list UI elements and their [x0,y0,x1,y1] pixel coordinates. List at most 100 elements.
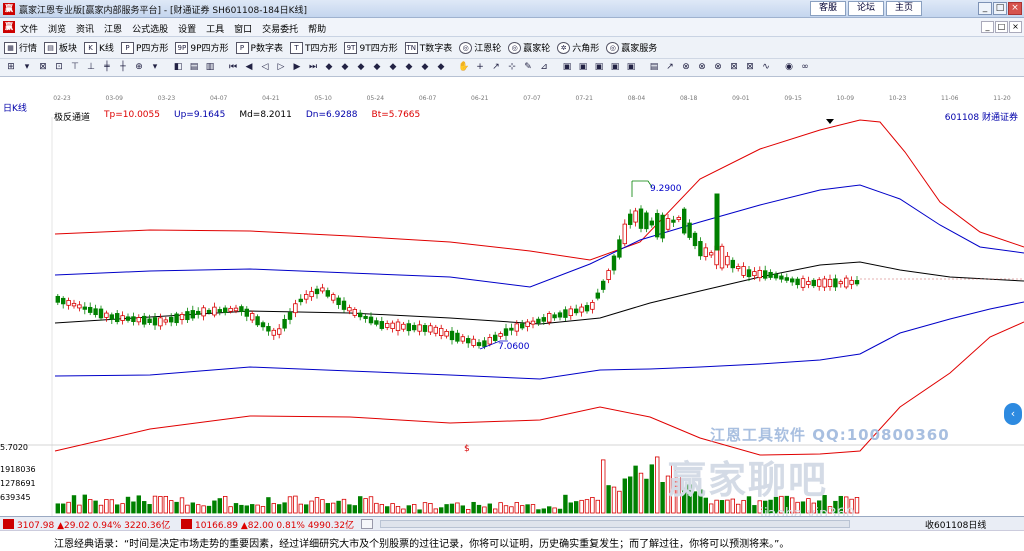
drawing-tool-icon[interactable]: ⊹ [505,61,519,74]
drawing-tool-icon[interactable]: ↗ [663,61,677,74]
child-close-button[interactable]: × [1009,21,1022,33]
volume-bar [379,504,384,514]
drawing-tool-icon[interactable]: ◆ [386,61,400,74]
drawing-tool-icon[interactable]: ◉ [782,61,796,74]
drawing-tool-icon[interactable]: ▣ [576,61,590,74]
drawing-tool-icon[interactable]: ▥ [203,61,217,74]
toolbar-button[interactable]: 9T 9T四方形 [344,41,398,54]
drawing-tool-icon[interactable]: ◁ [258,61,272,74]
drawing-tool-icon[interactable]: ⊥ [84,61,98,74]
drawing-tool-icon[interactable]: ∞ [798,61,812,74]
drawing-tool-icon[interactable]: ⏮ [226,61,240,74]
drawing-tool-icon[interactable]: ▣ [624,61,638,74]
menu-item[interactable]: 设置 [178,22,196,35]
drawing-tool-icon[interactable]: ◆ [338,61,352,74]
drawing-tool-icon[interactable]: ┼ [116,61,130,74]
toolbar-button[interactable]: ◎ 赢家服务 [606,41,657,54]
drawing-tool-icon[interactable]: ✋ [457,61,471,74]
drawing-tool-icon[interactable]: ▶ [290,61,304,74]
candle-body [660,214,665,239]
drawing-tool-icon[interactable]: ⊗ [679,61,693,74]
drawing-tool-icon[interactable]: + [473,61,487,74]
toolbar-icon: P [235,41,249,54]
drawing-tool-icon[interactable]: ╪ [100,61,114,74]
menu-item[interactable]: 文件 [20,22,38,35]
drawing-tool-icon[interactable]: ◆ [354,61,368,74]
drawing-tool-icon[interactable]: ▤ [647,61,661,74]
toolbar-button[interactable]: ✲ 六角形 [557,41,599,54]
maximize-button[interactable]: □ [993,2,1007,15]
drawing-tool-icon[interactable]: ▣ [608,61,622,74]
candle-body [384,323,390,328]
drawing-tool-icon[interactable]: ⊠ [743,61,757,74]
k-line-chart[interactable]: 9.2900 7.0600 $ [0,77,1024,516]
toolbar-button[interactable]: ◎ 江恩轮 [459,41,501,54]
drawing-tool-icon[interactable]: ⏭ [306,61,320,74]
chart-scrollbar[interactable] [380,520,850,528]
drawing-tool-icon[interactable]: ⊠ [727,61,741,74]
toolbar-button[interactable]: TN T数字表 [404,41,452,54]
candle-body [88,306,93,313]
menu-item[interactable]: 资讯 [76,22,94,35]
drawing-tool-icon[interactable]: ▣ [592,61,606,74]
drawing-tool-icon[interactable]: ▣ [560,61,574,74]
drawing-tool-icon[interactable]: ▷ [274,61,288,74]
volume-bar [282,502,287,514]
drawing-tool-icon[interactable]: ◆ [418,61,432,74]
volume-bar [330,502,336,514]
minimize-button[interactable]: _ [978,2,992,15]
drawing-tool-icon[interactable]: ∿ [759,61,773,74]
drawing-tool-icon[interactable]: ▤ [187,61,201,74]
toolbar-button[interactable]: P P数字表 [235,41,283,54]
candle-body [498,333,503,337]
drawing-tool-icon[interactable]: ⊡ [52,61,66,74]
menu-item[interactable]: 交易委托 [262,22,298,35]
drawing-tool-icon[interactable]: ⊤ [68,61,82,74]
drawing-tool-icon[interactable]: ⊿ [537,61,551,74]
child-minimize-button[interactable]: _ [981,21,994,33]
drawing-tool-icon[interactable]: ✎ [521,61,535,74]
drawing-tool-icon[interactable]: ⊗ [711,61,725,74]
drawing-tool-icon[interactable]: ◆ [402,61,416,74]
drawing-tool-icon[interactable]: ⊗ [695,61,709,74]
toolbar-button[interactable]: T T四方形 [289,41,337,54]
forum-link[interactable]: 论坛 [848,1,884,16]
menu-item[interactable]: 浏览 [48,22,66,35]
volume-bar [455,502,460,514]
drawing-tool-icon[interactable]: ◆ [370,61,384,74]
drawing-tool-icon[interactable]: ◆ [434,61,448,74]
chart-area[interactable]: 9.2900 7.0600 $ [0,77,1024,516]
menu-item[interactable]: 工具 [206,22,224,35]
toolbar-button[interactable]: ▦ 行情 [4,41,37,54]
menu-item[interactable]: 窗口 [234,22,252,35]
period-label: 日K线 [3,104,27,114]
toolbar-button[interactable]: 9P 9P四方形 [175,41,229,54]
toolbar-button[interactable]: K K线 [84,41,114,54]
stock-tag: 601108 财通证券 [944,113,1018,123]
drawing-tool-icon[interactable]: ↗ [489,61,503,74]
drawing-tool-icon[interactable]: ◆ [322,61,336,74]
customer-service-link[interactable]: 客服 [810,1,846,16]
volume-bar [71,495,77,514]
close-button[interactable]: × [1008,2,1022,15]
drawing-tool-icon[interactable]: ▾ [148,61,162,74]
drawing-tool-icon[interactable]: ⊠ [36,61,50,74]
drawing-tool-icon[interactable]: ▾ [20,61,34,74]
drawing-tool-icon[interactable]: ⊕ [132,61,146,74]
toolbar-button[interactable]: ▤ 板块 [44,41,77,54]
homepage-link[interactable]: 主页 [886,1,922,16]
drawing-tool-icon[interactable]: ◀ [242,61,256,74]
toolbar-button[interactable]: P P四方形 [120,41,168,54]
menu-item[interactable]: 江恩 [104,22,122,35]
child-restore-button[interactable]: □ [995,21,1008,33]
toolbar-button[interactable]: ◎ 赢家轮 [508,41,550,54]
candle-body [492,334,498,341]
drawing-tool-icon[interactable]: ⊞ [4,61,18,74]
drawing-tool-icon[interactable]: ◧ [171,61,185,74]
volume-bar [433,508,438,514]
status-left-button[interactable] [361,519,373,529]
menu-item[interactable]: 帮助 [308,22,326,35]
menu-item[interactable]: 公式选股 [132,22,168,35]
indicator-name[interactable]: 极反通道 [54,110,90,123]
side-scroll-button[interactable]: ‹ [1004,403,1022,425]
